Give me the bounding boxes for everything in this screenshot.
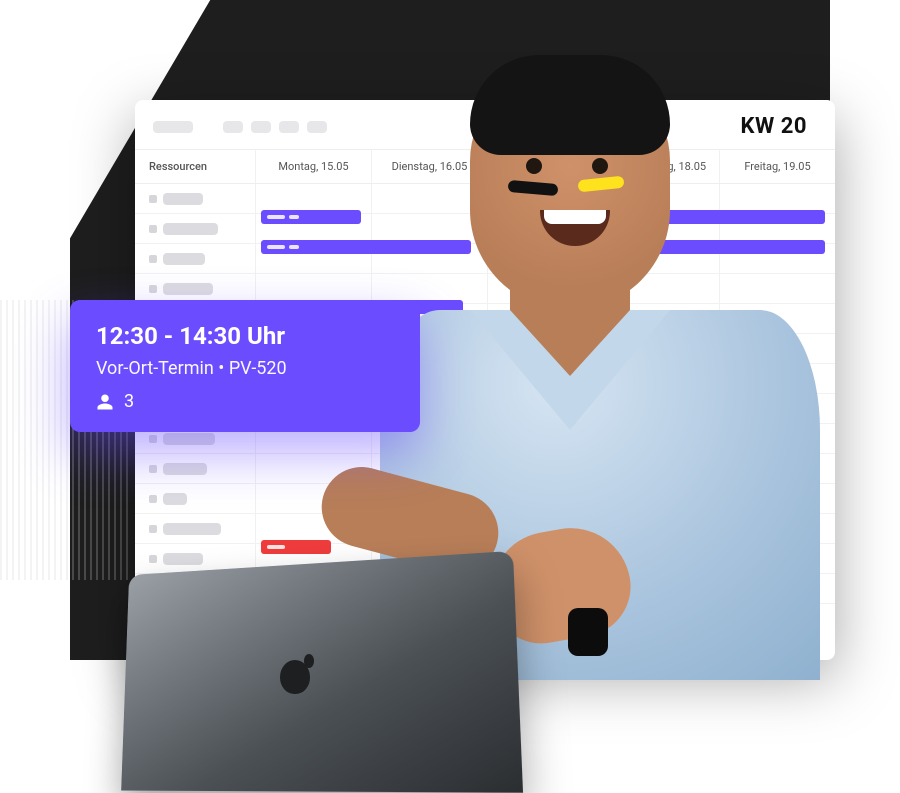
day-cell[interactable] [719,274,835,304]
day-cell[interactable] [371,514,487,544]
day-cell[interactable] [371,184,487,214]
day-cell[interactable] [255,544,371,574]
day-header: Montag, 15.05 [255,150,371,183]
day-cell[interactable] [603,244,719,274]
toolbar-control[interactable] [307,121,327,133]
day-cell[interactable] [371,214,487,244]
resource-row[interactable] [135,184,255,214]
event-bar[interactable] [383,630,473,644]
resource-row[interactable] [135,484,255,514]
day-cell[interactable] [603,424,719,454]
day-cell[interactable] [371,244,487,274]
day-cell[interactable] [719,214,835,244]
day-cell[interactable] [603,364,719,394]
day-cell[interactable] [255,484,371,514]
day-cell[interactable] [487,364,603,394]
day-cell[interactable] [603,574,719,604]
day-cell[interactable] [719,514,835,544]
day-cell[interactable] [487,334,603,364]
day-cell[interactable] [371,574,487,604]
resource-row[interactable] [135,544,255,574]
day-cell[interactable] [255,244,371,274]
day-cell[interactable] [719,454,835,484]
day-cell[interactable] [487,274,603,304]
apple-logo-icon [280,660,310,694]
day-cell[interactable] [255,514,371,544]
day-cell[interactable] [487,394,603,424]
day-cell[interactable] [487,424,603,454]
day-cell[interactable] [719,544,835,574]
week-label: KW 20 [741,114,817,139]
toolbar-control[interactable] [251,121,271,133]
event-code: PV-520 [229,358,287,379]
resource-row[interactable] [135,574,255,604]
day-cell[interactable] [487,244,603,274]
day-cell[interactable] [603,334,719,364]
day-cell[interactable] [255,214,371,244]
day-header: Dienstag, 16.05 [371,150,487,183]
event-time: 12:30 - 14:30 Uhr [96,322,394,350]
day-cell[interactable] [603,484,719,514]
day-cell[interactable] [371,544,487,574]
toolbar: KW 20 [135,100,835,150]
day-cell[interactable] [487,514,603,544]
day-cell[interactable] [255,574,371,604]
day-header: Freitag, 19.05 [719,150,835,183]
day-cell[interactable] [603,214,719,244]
day-cell[interactable] [719,184,835,214]
day-cell[interactable] [371,454,487,484]
day-header: Mittwoch, 17.05 [487,150,603,183]
day-cell[interactable] [603,274,719,304]
day-cell[interactable] [603,454,719,484]
event-title: Vor-Ort-Termin [96,358,214,379]
event-popover[interactable]: 12:30 - 14:30 Uhr Vor-Ort-Termin • PV-52… [70,300,420,432]
calendar-header: Ressourcen Montag, 15.05 Dienstag, 16.05… [135,150,835,184]
day-cell[interactable] [487,214,603,244]
toolbar-control[interactable] [223,121,243,133]
toolbar-control[interactable] [153,121,193,133]
day-cell[interactable] [719,334,835,364]
resource-row[interactable] [135,514,255,544]
toolbar-control[interactable] [279,121,299,133]
day-cell[interactable] [603,304,719,334]
day-cell[interactable] [487,574,603,604]
day-cell[interactable] [603,184,719,214]
resource-row[interactable] [135,244,255,274]
day-cell[interactable] [371,484,487,514]
day-cell[interactable] [603,514,719,544]
day-cell[interactable] [487,484,603,514]
day-cell[interactable] [487,544,603,574]
day-cell[interactable] [603,394,719,424]
event-attendees: 3 [96,391,394,412]
day-cell[interactable] [255,454,371,484]
day-cell[interactable] [719,484,835,514]
event-title-line: Vor-Ort-Termin • PV-520 [96,358,394,379]
person-icon [96,393,114,411]
day-cell[interactable] [719,424,835,454]
resource-row[interactable] [135,214,255,244]
day-cell[interactable] [603,544,719,574]
day-cell[interactable] [719,244,835,274]
day-cell[interactable] [487,304,603,334]
day-cell[interactable] [487,454,603,484]
day-cell[interactable] [255,184,371,214]
day-header: Donnerstag, 18.05 [603,150,719,183]
resource-row[interactable] [135,454,255,484]
day-cell[interactable] [719,364,835,394]
resources-header: Ressourcen [135,150,255,183]
day-cell[interactable] [487,184,603,214]
day-cell[interactable] [719,304,835,334]
event-attendee-count: 3 [124,391,134,412]
day-cell[interactable] [719,394,835,424]
day-cell[interactable] [719,574,835,604]
